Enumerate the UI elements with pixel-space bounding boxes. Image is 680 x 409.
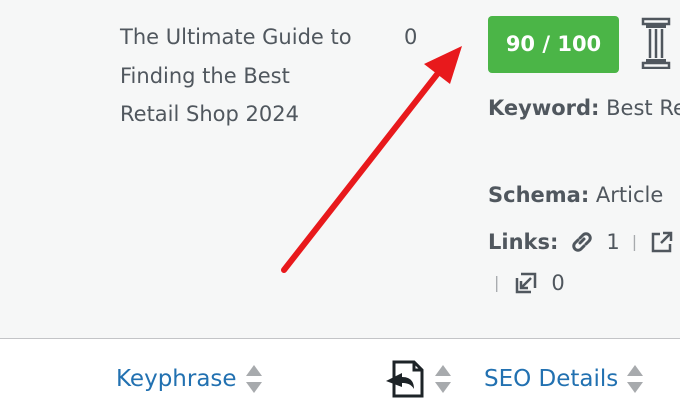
- column-keyphrase-label: Keyphrase: [116, 366, 237, 392]
- schema-value: Article: [595, 183, 664, 207]
- sort-arrows-icon: [435, 365, 451, 393]
- schema-line: Schema: Article: [488, 176, 663, 214]
- post-title[interactable]: The Ultimate Guide to Finding the Best R…: [120, 18, 355, 134]
- seo-score-badge[interactable]: 90 / 100: [488, 16, 619, 73]
- links-separator-2: |: [494, 273, 500, 292]
- post-list-screen: The Ultimate Guide to Finding the Best R…: [0, 0, 680, 409]
- links-line-2: | 0: [488, 264, 565, 302]
- schema-column-icon: [386, 360, 424, 398]
- post-count: 0: [404, 25, 418, 49]
- schema-label: Schema:: [488, 183, 590, 207]
- keyword-line: Keyword: Best Retail Shop: [488, 89, 680, 127]
- keyword-value: Best Retail Shop: [606, 96, 680, 120]
- sort-arrows-icon: [627, 365, 644, 393]
- column-seo-details-label: SEO Details: [484, 366, 619, 392]
- links-line: Links: 1 |: [488, 223, 675, 261]
- column-keyphrase[interactable]: Keyphrase: [116, 359, 263, 399]
- link-icon: [572, 232, 593, 252]
- internal-links-count: 1: [606, 230, 620, 254]
- links-label: Links:: [488, 230, 559, 254]
- table-row: The Ultimate Guide to Finding the Best R…: [0, 0, 680, 338]
- incoming-links-count: 0: [551, 271, 565, 295]
- external-link-icon: [651, 231, 673, 253]
- table-footer: Keyphrase SEO Details: [0, 338, 680, 409]
- sort-arrows-icon: [245, 365, 262, 393]
- links-separator: |: [631, 232, 638, 251]
- incoming-link-icon: [516, 272, 537, 294]
- column-seo-details[interactable]: SEO Details: [484, 359, 644, 399]
- column-schema[interactable]: [384, 359, 452, 399]
- keyword-label: Keyword:: [488, 96, 600, 120]
- pillar-content-icon: [641, 17, 671, 69]
